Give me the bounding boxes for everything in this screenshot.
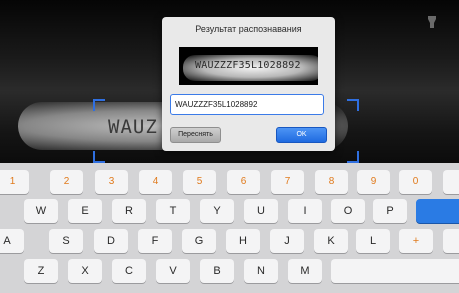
key-n[interactable]: N bbox=[244, 259, 278, 283]
key-i[interactable]: I bbox=[288, 199, 322, 223]
key-m[interactable]: M bbox=[288, 259, 322, 283]
key-u[interactable]: U bbox=[244, 199, 278, 223]
key-backspace[interactable] bbox=[443, 170, 459, 194]
key-b[interactable]: B bbox=[200, 259, 234, 283]
key-a[interactable]: A bbox=[0, 229, 24, 253]
key-k[interactable]: K bbox=[314, 229, 348, 253]
scan-frame-corner bbox=[347, 151, 359, 163]
key-6[interactable]: 6 bbox=[227, 170, 260, 194]
key-extra[interactable] bbox=[443, 229, 459, 253]
key-9[interactable]: 9 bbox=[357, 170, 390, 194]
ok-button[interactable]: OK bbox=[276, 127, 327, 143]
key-e[interactable]: E bbox=[68, 199, 102, 223]
key-5[interactable]: 5 bbox=[183, 170, 216, 194]
scan-frame-corner bbox=[93, 99, 105, 111]
vin-input[interactable]: WAUZZZF35L1028892 bbox=[170, 94, 324, 115]
key-d[interactable]: D bbox=[94, 229, 128, 253]
key-8[interactable]: 8 bbox=[315, 170, 348, 194]
onscreen-keyboard: 1 2 3 4 5 6 7 8 9 0 W E R T Y U I O P A … bbox=[0, 163, 459, 293]
flashlight-icon[interactable] bbox=[427, 16, 437, 28]
recognized-image-preview: WAUZZZF35L1028892 bbox=[179, 47, 318, 85]
retake-button[interactable]: Переснять bbox=[170, 127, 221, 143]
key-p[interactable]: P bbox=[373, 199, 407, 223]
key-0[interactable]: 0 bbox=[399, 170, 432, 194]
key-3[interactable]: 3 bbox=[95, 170, 128, 194]
dialog-title: Результат распознавания bbox=[195, 24, 302, 34]
key-1[interactable]: 1 bbox=[0, 170, 29, 194]
preview-vin-text: WAUZZZF35L1028892 bbox=[195, 60, 301, 71]
key-s[interactable]: S bbox=[49, 229, 83, 253]
key-y[interactable]: Y bbox=[200, 199, 234, 223]
vin-scanner-screen: WA U Z Результат распознавания WAUZZZF35L1… bbox=[0, 0, 459, 293]
key-x[interactable]: X bbox=[68, 259, 102, 283]
key-space[interactable] bbox=[331, 259, 459, 283]
key-j[interactable]: J bbox=[270, 229, 304, 253]
key-z[interactable]: Z bbox=[24, 259, 58, 283]
key-2[interactable]: 2 bbox=[50, 170, 83, 194]
scan-frame-corner bbox=[347, 99, 359, 111]
key-l[interactable]: L bbox=[356, 229, 390, 253]
key-o[interactable]: O bbox=[331, 199, 365, 223]
key-plus[interactable]: + bbox=[399, 229, 433, 253]
key-t[interactable]: T bbox=[156, 199, 190, 223]
key-r[interactable]: R bbox=[112, 199, 146, 223]
key-4[interactable]: 4 bbox=[139, 170, 172, 194]
key-g[interactable]: G bbox=[182, 229, 216, 253]
key-h[interactable]: H bbox=[226, 229, 260, 253]
key-v[interactable]: V bbox=[156, 259, 190, 283]
key-w[interactable]: W bbox=[24, 199, 58, 223]
key-f[interactable]: F bbox=[138, 229, 172, 253]
key-enter[interactable] bbox=[416, 199, 459, 223]
key-7[interactable]: 7 bbox=[271, 170, 304, 194]
recognition-result-dialog: Результат распознавания WAUZZZF35L102889… bbox=[162, 17, 335, 151]
key-c[interactable]: C bbox=[112, 259, 146, 283]
scan-frame-corner bbox=[93, 151, 105, 163]
